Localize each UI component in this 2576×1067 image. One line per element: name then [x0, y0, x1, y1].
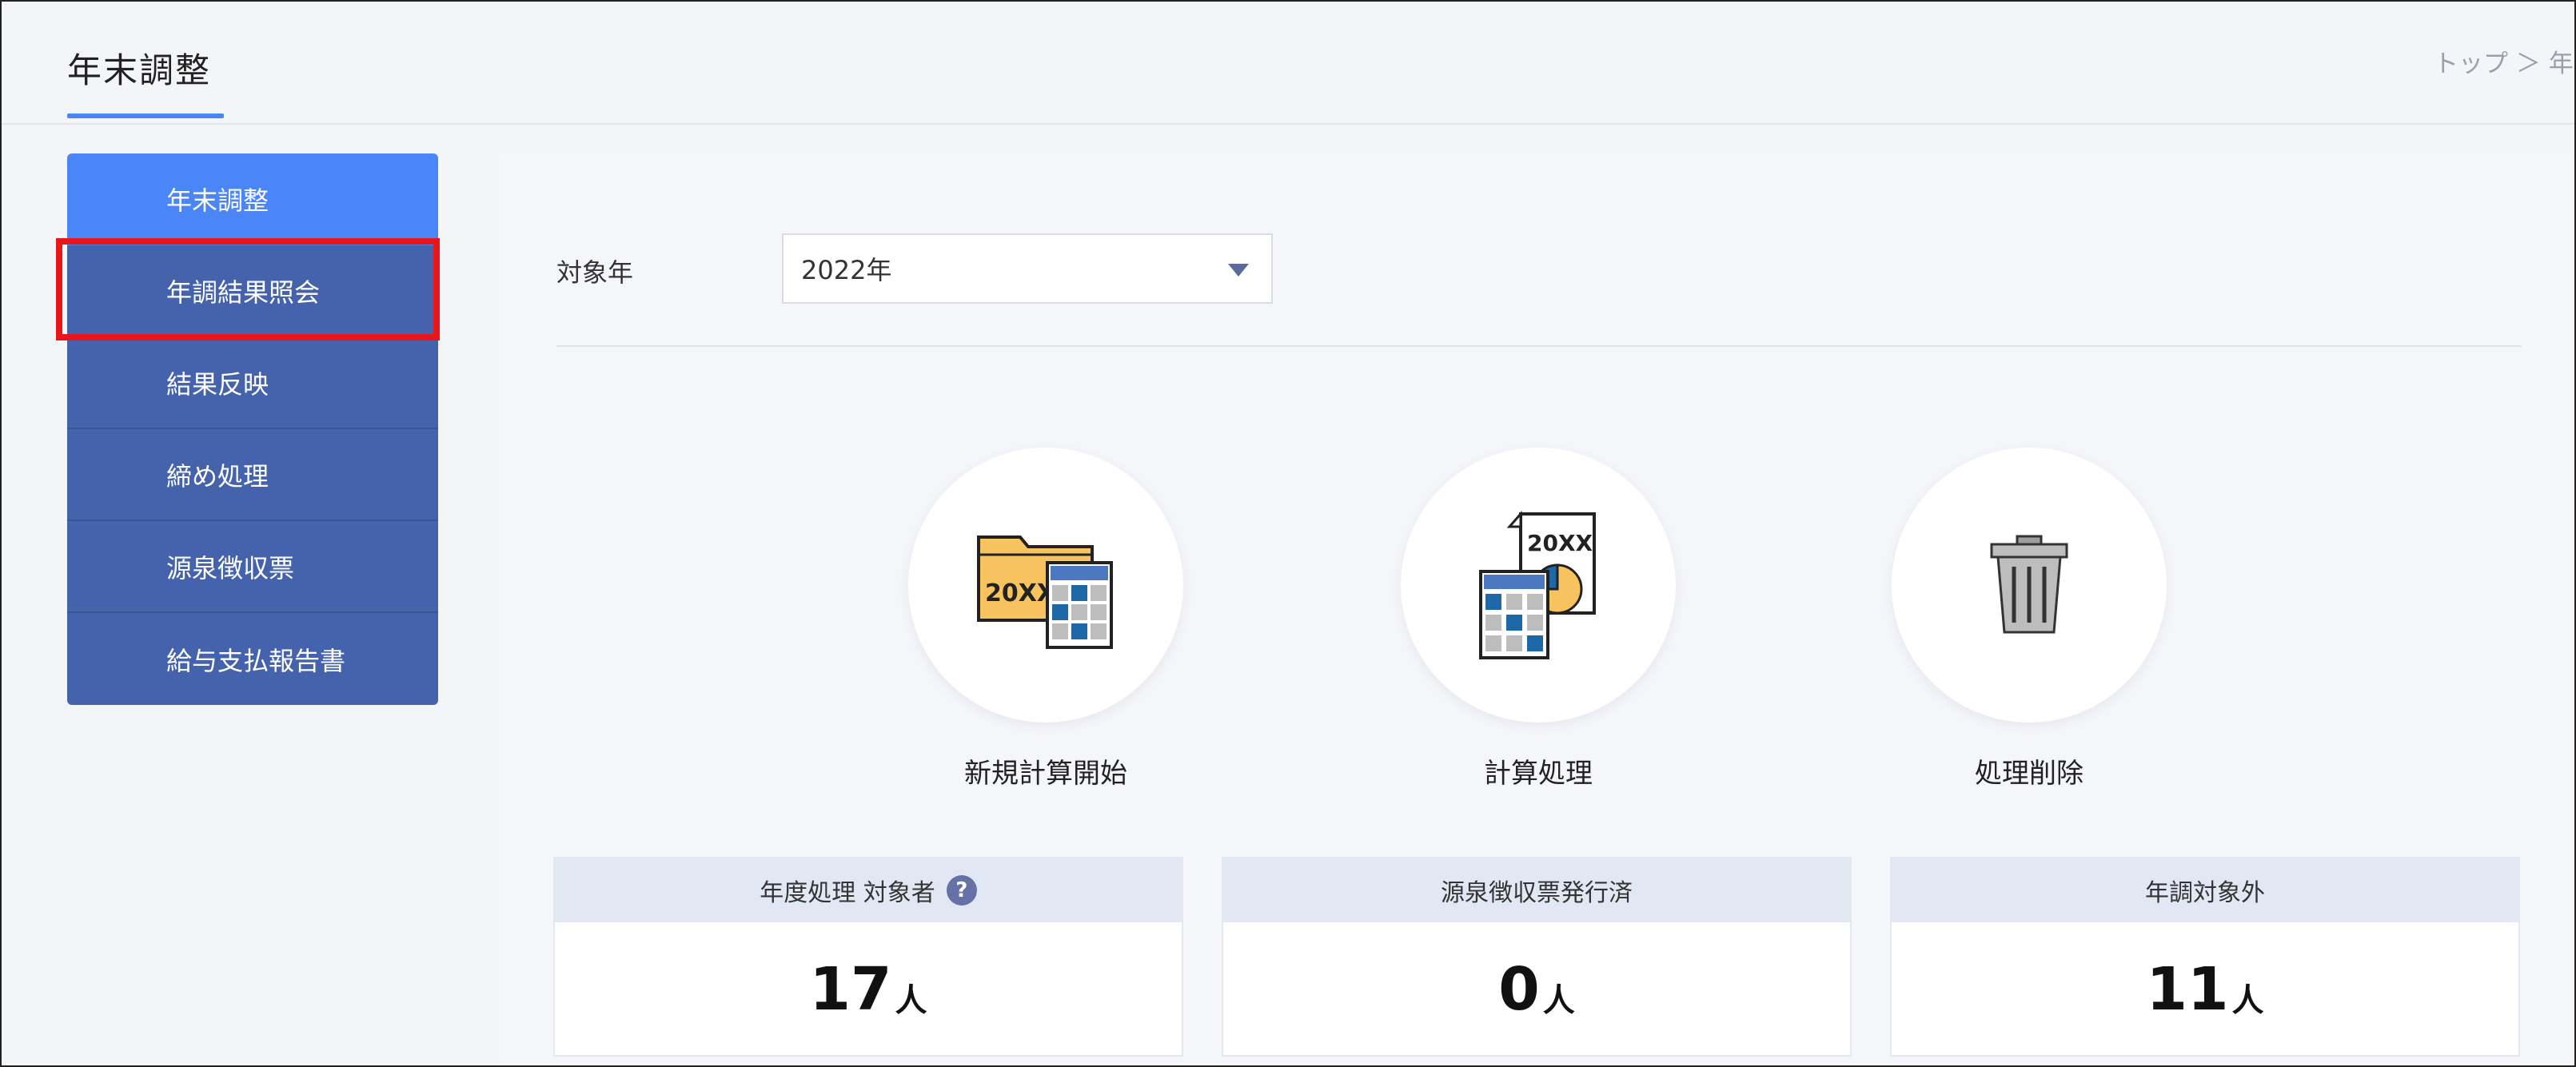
- new-calculation-button[interactable]: 20XX 新規計算開始: [908, 448, 1183, 790]
- target-year-label: 対象年: [556, 257, 634, 288]
- divider: [556, 345, 2522, 347]
- stat-card-target-persons: 年度処理 対象者 ? 17 人: [553, 857, 1183, 1057]
- sidebar-item-year-end-adjustment[interactable]: 年末調整: [67, 153, 438, 245]
- stat-card-body: 0 人: [1223, 922, 1850, 1057]
- sidebar-item-result-reflection[interactable]: 結果反映: [67, 337, 438, 429]
- help-icon[interactable]: ?: [946, 875, 977, 906]
- delete-process-button[interactable]: 処理削除: [1892, 448, 2167, 790]
- page-header: 年末調整 トップ ＞ 年末: [2, 2, 2574, 125]
- app-window: 年末調整 トップ ＞ 年末 年末調整 年調結果照会 結果反映 締め処理 源泉徴収…: [0, 0, 2576, 1067]
- delete-process-circle: [1892, 448, 2167, 723]
- stat-unit: 人: [895, 982, 927, 1019]
- stat-card-body: 11 人: [1892, 922, 2518, 1057]
- stat-card-title: 年調対象外: [2145, 879, 2265, 907]
- calculation-process-button[interactable]: 20XX 計算処理: [1401, 448, 1676, 790]
- stat-unit: 人: [1542, 982, 1575, 1019]
- sidebar-item-result-inquiry[interactable]: 年調結果照会: [67, 245, 438, 337]
- sidebar: 年末調整 年調結果照会 結果反映 締め処理 源泉徴収票 給与支払報告書: [67, 153, 438, 705]
- stat-card-title: 源泉徴収票発行済: [1441, 879, 1633, 907]
- breadcrumb[interactable]: トップ ＞ 年末: [2434, 43, 2574, 79]
- stat-value: 17: [809, 955, 892, 1024]
- document-calculator-icon: 20XX: [1479, 511, 1596, 659]
- sidebar-item-payment-report[interactable]: 給与支払報告書: [67, 613, 438, 705]
- main-panel: 対象年 2022年 20XX 新規計算開始 20XX 計算処理 処理削除 年度処…: [496, 153, 2574, 1065]
- stat-card-slips-issued: 源泉徴収票発行済 0 人: [1222, 857, 1852, 1057]
- folder-calculator-icon: 20XX: [977, 535, 1113, 649]
- stat-value: 11: [2146, 955, 2229, 1024]
- stat-card-excluded: 年調対象外 11 人: [1890, 857, 2520, 1057]
- stat-card-title: 年度処理 対象者: [760, 879, 935, 907]
- sidebar-item-withholding-slip[interactable]: 源泉徴収票: [67, 521, 438, 613]
- calculation-process-label: 計算処理: [1484, 758, 1593, 790]
- title-underline: [67, 113, 224, 118]
- delete-process-label: 処理削除: [1975, 758, 2084, 790]
- stat-value: 0: [1498, 955, 1540, 1024]
- page-title: 年末調整: [67, 51, 211, 91]
- new-calculation-label: 新規計算開始: [964, 758, 1127, 790]
- sidebar-item-closing[interactable]: 締め処理: [67, 429, 438, 521]
- target-year-select[interactable]: 2022年: [782, 233, 1273, 304]
- new-calculation-circle: 20XX: [908, 448, 1183, 723]
- target-year-value: 2022年: [801, 255, 892, 285]
- folder-badge-text: 20XX: [985, 579, 1055, 607]
- document-badge-text: 20XX: [1527, 530, 1593, 556]
- stat-card-header: 源泉徴収票発行済: [1223, 858, 1850, 922]
- trash-icon: [1990, 535, 2068, 634]
- stat-unit: 人: [2231, 982, 2264, 1019]
- stat-card-header: 年度処理 対象者 ?: [555, 858, 1182, 922]
- chevron-down-icon: [1228, 264, 1249, 277]
- calculation-process-circle: 20XX: [1401, 448, 1676, 723]
- stat-card-body: 17 人: [555, 922, 1182, 1057]
- stat-card-header: 年調対象外: [1892, 858, 2518, 922]
